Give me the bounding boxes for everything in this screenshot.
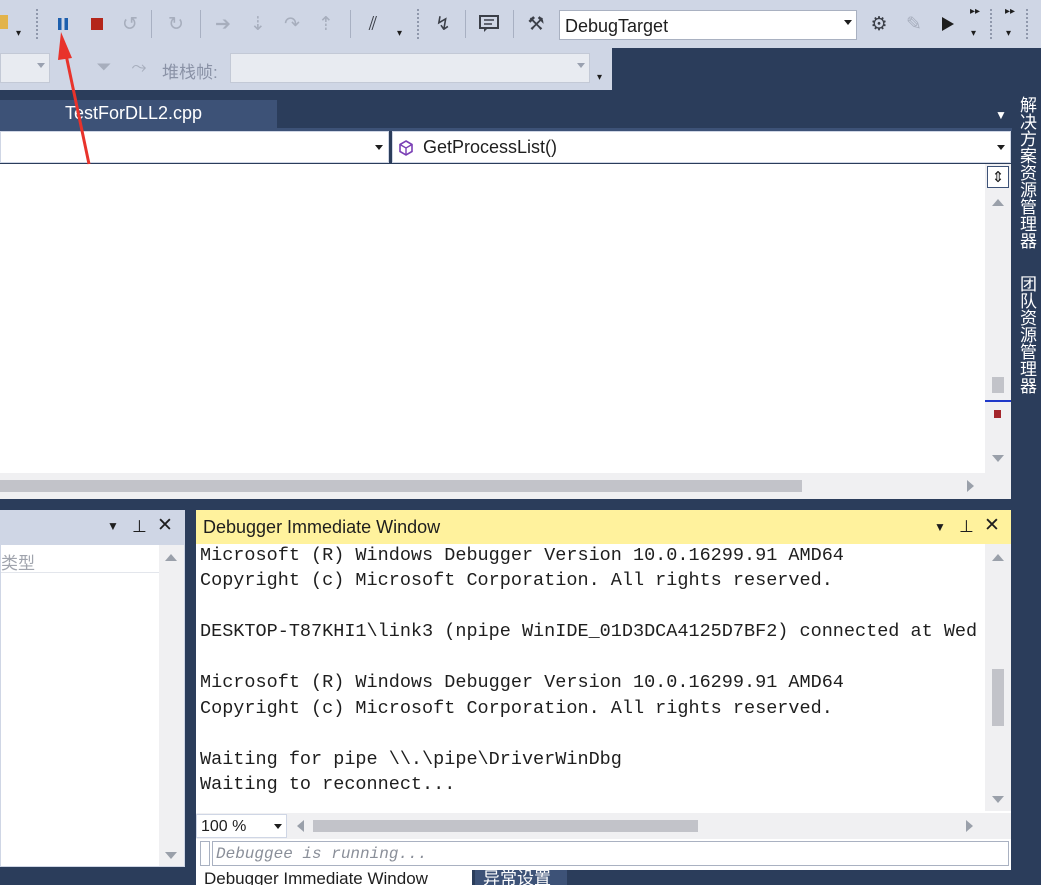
left-panel-scrollbar[interactable] [159,545,184,866]
build-icon[interactable]: ⚒ [523,11,549,37]
tab-exception-settings[interactable]: 异常设置 [475,870,567,885]
pin-icon[interactable]: ⊥ [959,518,974,535]
toolbar-grip[interactable] [989,8,994,40]
scroll-down-icon[interactable] [165,852,177,859]
bottom-tab-strip: Debugger Immediate Window 异常设置 [196,870,1011,885]
left-tool-panel: ▼ ⊥ ✕ 类型 [0,510,185,867]
toolbar-overflow-icon[interactable]: ▸▸ [970,6,980,17]
zoom-select[interactable]: 100 % [196,814,287,838]
debug-target-select[interactable]: DebugTarget [559,10,857,40]
tab-team-explorer[interactable]: 团队资源管理器 [1012,275,1041,405]
output-line: Copyright (c) Microsoft Corporation. All… [200,570,833,591]
scrollbar-thumb[interactable] [992,377,1004,393]
stack-frame-select[interactable] [230,53,590,83]
method-icon [399,140,413,156]
breakpoint-marker [994,410,1001,418]
input-margin [200,841,210,866]
member-select[interactable]: GetProcessList() [392,131,1011,163]
immediate-window-header: Debugger Immediate Window ▼ ⊥ ✕ [196,510,1011,544]
column-header[interactable]: 类型 [1,545,159,573]
tab-immediate-window[interactable]: Debugger Immediate Window [196,870,472,885]
left-panel-header: ▼ ⊥ ✕ [0,510,185,544]
restart-icon[interactable]: ↺ [117,11,143,37]
step-out-icon[interactable]: ⇡ [313,11,339,37]
chevron-down-icon [37,63,45,68]
immediate-window: Debugger Immediate Window ▼ ⊥ ✕ Microsof… [196,510,1011,870]
toolbar-overflow-icon[interactable]: ▾ [597,72,602,83]
debug-toolbar: ▾ ↺ ↻ ➔ ⇣ ↷ ⇡ ⫽ ▾ ↯ ⚒ DebugTarget ⚙ ✎ ▸▸… [0,0,1041,48]
scrollbar-thumb[interactable] [0,480,802,492]
chevron-down-icon [577,63,585,68]
scroll-down-icon[interactable] [992,455,1004,462]
toolbar-grip[interactable] [35,8,40,40]
panel-menu-icon[interactable]: ▼ [934,521,946,533]
scroll-up-icon[interactable] [992,199,1004,206]
left-panel-body: 类型 [0,544,185,867]
output-line: Waiting for pipe \\.\pipe\DriverWinDbg [200,749,622,770]
threads-icon[interactable]: ⫽ [360,11,386,37]
output-line: Microsoft (R) Windows Debugger Version 1… [200,672,844,693]
start-icon[interactable] [935,11,961,37]
scrollbar-thumb[interactable] [313,820,698,832]
threads-dropdown-icon[interactable]: ▾ [397,28,402,39]
scroll-up-icon[interactable] [165,554,177,561]
folder-icon[interactable] [0,15,8,29]
zoom-value: 100 % [201,818,247,835]
immediate-window-title: Debugger Immediate Window [203,517,441,537]
toolbar-grip[interactable] [416,8,421,40]
step-over-icon[interactable]: ↷ [279,11,305,37]
comment-icon[interactable] [476,11,502,37]
command-input[interactable]: Debuggee is running... [212,841,1009,866]
process-select[interactable] [0,53,50,83]
code-editor[interactable] [0,164,985,473]
member-value: GetProcessList() [423,137,558,157]
scroll-right-icon[interactable] [967,480,974,492]
toolbar-overflow-icon[interactable]: ▾ [1006,28,1011,39]
chevron-down-icon [375,145,383,150]
editor-horizontal-scrollbar[interactable] [0,473,1011,499]
scroll-down-icon[interactable] [992,796,1004,803]
pin-icon[interactable]: ⊥ [132,518,147,535]
toolbar-grip[interactable] [1025,8,1030,40]
output-line: DESKTOP-T87KHI1\link3 (npipe WinIDE_01D3… [200,621,985,642]
output-line: Waiting to reconnect... [200,774,456,795]
command-input-placeholder: Debuggee is running... [216,845,428,863]
refresh-icon[interactable]: ↻ [163,11,189,37]
chevron-down-icon [274,824,282,829]
close-icon[interactable]: ✕ [157,516,173,535]
caret-marker [985,400,1011,402]
attach-icon[interactable]: ⚙ [866,11,892,37]
close-icon[interactable]: ✕ [984,516,1000,535]
immediate-horizontal-bar: 100 % [196,813,1011,839]
chevron-down-icon [844,20,852,25]
side-tab-strip: 解决方案资源管理器 团队资源管理器 [1012,90,1041,885]
thread-flag-icon[interactable]: ⤳ [126,54,152,80]
tab-overflow-icon[interactable]: ▼ [995,108,1007,122]
immediate-output[interactable]: Microsoft (R) Windows Debugger Version 1… [196,544,985,821]
show-next-statement-icon[interactable]: ➔ [210,11,236,37]
output-line: Copyright (c) Microsoft Corporation. All… [200,698,833,719]
toolbar-overflow-icon[interactable]: ▾ [16,28,21,39]
panel-menu-icon[interactable]: ▼ [107,520,119,532]
scroll-left-icon[interactable] [297,820,304,832]
scroll-right-icon[interactable] [966,820,973,832]
stack-frame-label: 堆栈帧: [162,63,218,82]
output-line: Microsoft (R) Windows Debugger Version 1… [200,545,844,566]
immediate-vertical-scrollbar[interactable] [985,544,1011,811]
step-into-icon[interactable]: ⇣ [245,11,271,37]
toolbar-overflow-icon[interactable]: ▸▸ [1005,6,1015,17]
debug-target-value: DebugTarget [565,16,669,36]
tab-testfordll2[interactable]: TestForDLL2.cpp [0,100,277,128]
tab-solution-explorer[interactable]: 解决方案资源管理器 [1012,96,1041,271]
chevron-down-icon [997,145,1005,150]
scroll-up-icon[interactable] [992,554,1004,561]
breakpoint-icon[interactable]: ↯ [430,11,456,37]
editor-vertical-scrollbar[interactable]: ⇕ [985,164,1011,473]
scrollbar-thumb[interactable] [992,669,1004,726]
annotation-arrow [58,32,91,165]
split-icon[interactable]: ⇕ [987,166,1009,188]
column-header-type: 类型 [1,554,35,573]
toolbar-overflow-icon[interactable]: ▾ [971,28,976,39]
edit-icon[interactable]: ✎ [901,11,927,37]
